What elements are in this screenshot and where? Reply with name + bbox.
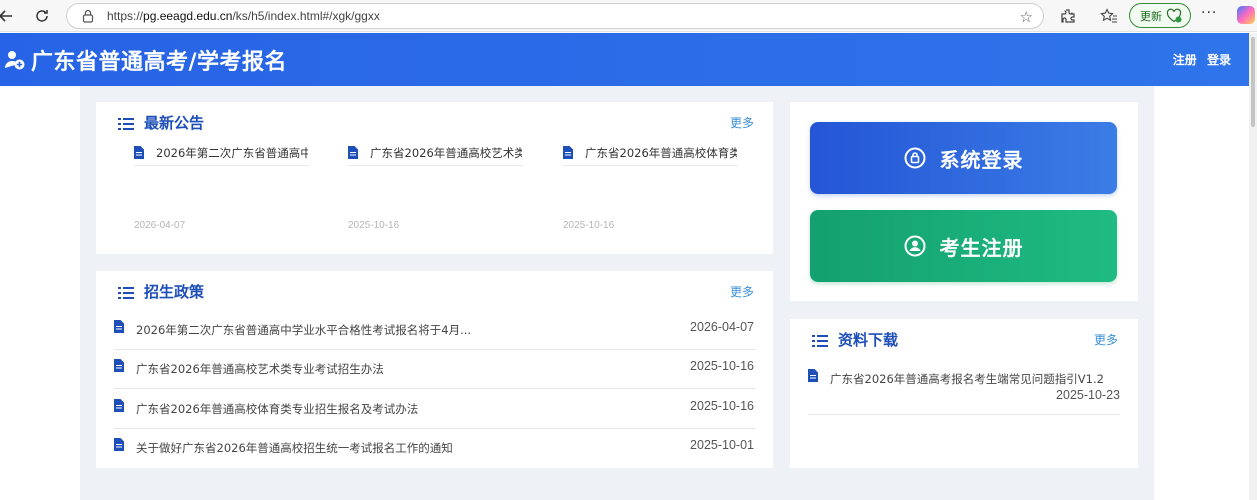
announcement-item[interactable]: 广东省2026年普通高校艺术类专业考试招生办法 2025-10-16 [348, 146, 523, 231]
register-link[interactable]: 注册 [1173, 53, 1197, 67]
policy-row[interactable]: 关于做好广东省2026年普通高校招生统一考试报名工作的通知 2025-10-01 [114, 430, 756, 468]
address-bar[interactable]: https://pg.eeagd.edu.cn/ks/h5/index.html… [66, 3, 1044, 29]
downloads-card: 资料下载 更多 广东省2026年普通高考报名考生端常见问题指引V1.2 2025… [790, 319, 1138, 468]
back-icon[interactable] [0, 4, 18, 28]
list-icon [812, 333, 828, 347]
announcement-date: 2026-04-07 [134, 220, 186, 231]
list-icon [118, 285, 134, 299]
document-icon [114, 438, 124, 451]
downloads-title: 资料下载 [838, 331, 899, 349]
announcement-title[interactable]: 2026年第二次广东省普通高中学业水平合格性考试报名将于4月 [156, 145, 308, 161]
policy-row[interactable]: 广东省2026年普通高校艺术类专业考试招生办法 2025-10-16 [114, 351, 756, 389]
heart-icon [1166, 8, 1182, 26]
system-login-button[interactable]: 系统登录 [810, 122, 1117, 194]
login-link[interactable]: 登录 [1207, 53, 1231, 67]
document-icon [808, 369, 818, 382]
document-icon [114, 320, 124, 333]
header-links: 注册 登录 [1167, 51, 1231, 68]
document-icon [114, 399, 124, 412]
site-title: 广东省普通高考/学考报名 [31, 50, 288, 75]
student-register-label: 考生注册 [939, 235, 1024, 260]
list-icon [118, 116, 134, 130]
policy-item-title[interactable]: 广东省2026年普通高校艺术类专业考试招生办法 [136, 361, 384, 377]
favorite-star-icon[interactable]: ☆ [1020, 8, 1033, 26]
policy-row[interactable]: 2026年第二次广东省普通高中学业水平合格性考试报名将于4月... 2026-0… [114, 312, 756, 350]
policy-item-title[interactable]: 广东省2026年普通高校体育类专业招生报名及考试办法 [136, 401, 418, 417]
url-host: pg.eeagd.edu.cn [143, 9, 233, 23]
extensions-icon[interactable] [1058, 6, 1078, 26]
url-text: https://pg.eeagd.edu.cn/ks/h5/index.html… [107, 9, 380, 23]
announcement-item[interactable]: 2026年第二次广东省普通高中学业水平合格性考试报名将于4月 2026-04-0… [134, 146, 309, 231]
url-path: /ks/h5/index.html#/xgk/ggxx [232, 9, 380, 23]
student-register-button[interactable]: 考生注册 [810, 210, 1117, 282]
policy-header: 招生政策 [118, 281, 204, 302]
announcements-more-link[interactable]: 更多 [730, 114, 754, 131]
announcements-header: 最新公告 [118, 112, 204, 133]
policy-card: 招生政策 更多 2026年第二次广东省普通高中学业水平合格性考试报名将于4月..… [96, 271, 773, 468]
policy-more-link[interactable]: 更多 [730, 283, 754, 300]
downloads-more-link[interactable]: 更多 [1094, 331, 1118, 348]
downloads-header: 资料下载 [812, 329, 898, 350]
policy-item-date: 2025-10-16 [690, 359, 754, 373]
announcement-item[interactable]: 广东省2026年普通高校体育类专业招生报名及考试办法 2025-10-16 [563, 146, 738, 231]
user-circle-icon [904, 235, 926, 257]
announcement-title[interactable]: 广东省2026年普通高校体育类专业招生报名及考试办法 [585, 145, 737, 161]
download-item-date: 2025-10-23 [1056, 388, 1120, 402]
announcement-date: 2025-10-16 [348, 220, 400, 231]
announcement-row[interactable]: 广东省2026年普通高校体育类专业招生报名及考试办法 [563, 146, 738, 166]
announcements-card: 最新公告 更多 2026年第二次广东省普通高中学业水平合格性考试报名将于4月 2… [96, 102, 773, 254]
download-row[interactable]: 广东省2026年普通高考报名考生端常见问题指引V1.2 2025-10-23 [808, 367, 1120, 415]
download-item-title[interactable]: 广东省2026年普通高考报名考生端常见问题指引V1.2 [830, 371, 1104, 387]
document-icon [563, 146, 573, 159]
policy-item-title[interactable]: 2026年第二次广东省普通高中学业水平合格性考试报名将于4月... [136, 322, 471, 338]
more-menu-icon[interactable]: ··· [1201, 5, 1217, 21]
policy-item-title[interactable]: 关于做好广东省2026年普通高校招生统一考试报名工作的通知 [136, 440, 453, 456]
announcement-title[interactable]: 广东省2026年普通高校艺术类专业考试招生办法 [370, 145, 522, 161]
policy-item-date: 2025-10-01 [690, 438, 754, 452]
update-button[interactable]: 更新 [1129, 3, 1191, 28]
announcement-date: 2025-10-16 [563, 220, 615, 231]
page-scrollbar[interactable] [1249, 33, 1257, 500]
announcement-row[interactable]: 广东省2026年普通高校艺术类专业考试招生办法 [348, 146, 523, 166]
policy-title: 招生政策 [144, 283, 205, 301]
system-login-label: 系统登录 [939, 147, 1024, 172]
actions-card: 系统登录 考生注册 [790, 102, 1138, 301]
login-icon [904, 147, 926, 169]
announcements-title: 最新公告 [144, 114, 205, 132]
url-prefix: https:// [107, 9, 144, 23]
policy-row[interactable]: 广东省2026年普通高校体育类专业招生报名及考试办法 2025-10-16 [114, 391, 756, 429]
document-icon [114, 359, 124, 372]
scrollbar-thumb[interactable] [1251, 37, 1255, 127]
document-icon [134, 146, 144, 159]
refresh-icon[interactable] [30, 4, 54, 28]
document-icon [348, 146, 358, 159]
announcement-row[interactable]: 2026年第二次广东省普通高中学业水平合格性考试报名将于4月 [134, 146, 309, 166]
policy-item-date: 2026-04-07 [690, 320, 754, 334]
lock-icon[interactable] [81, 9, 95, 23]
user-add-icon [4, 49, 26, 71]
favorites-icon[interactable] [1099, 6, 1119, 26]
browser-toolbar: https://pg.eeagd.edu.cn/ks/h5/index.html… [0, 0, 1257, 32]
policy-item-date: 2025-10-16 [690, 399, 754, 413]
update-label: 更新 [1140, 9, 1162, 23]
copilot-icon[interactable] [1237, 6, 1255, 24]
site-header: 广东省普通高考/学考报名 注册 登录 [0, 33, 1249, 86]
